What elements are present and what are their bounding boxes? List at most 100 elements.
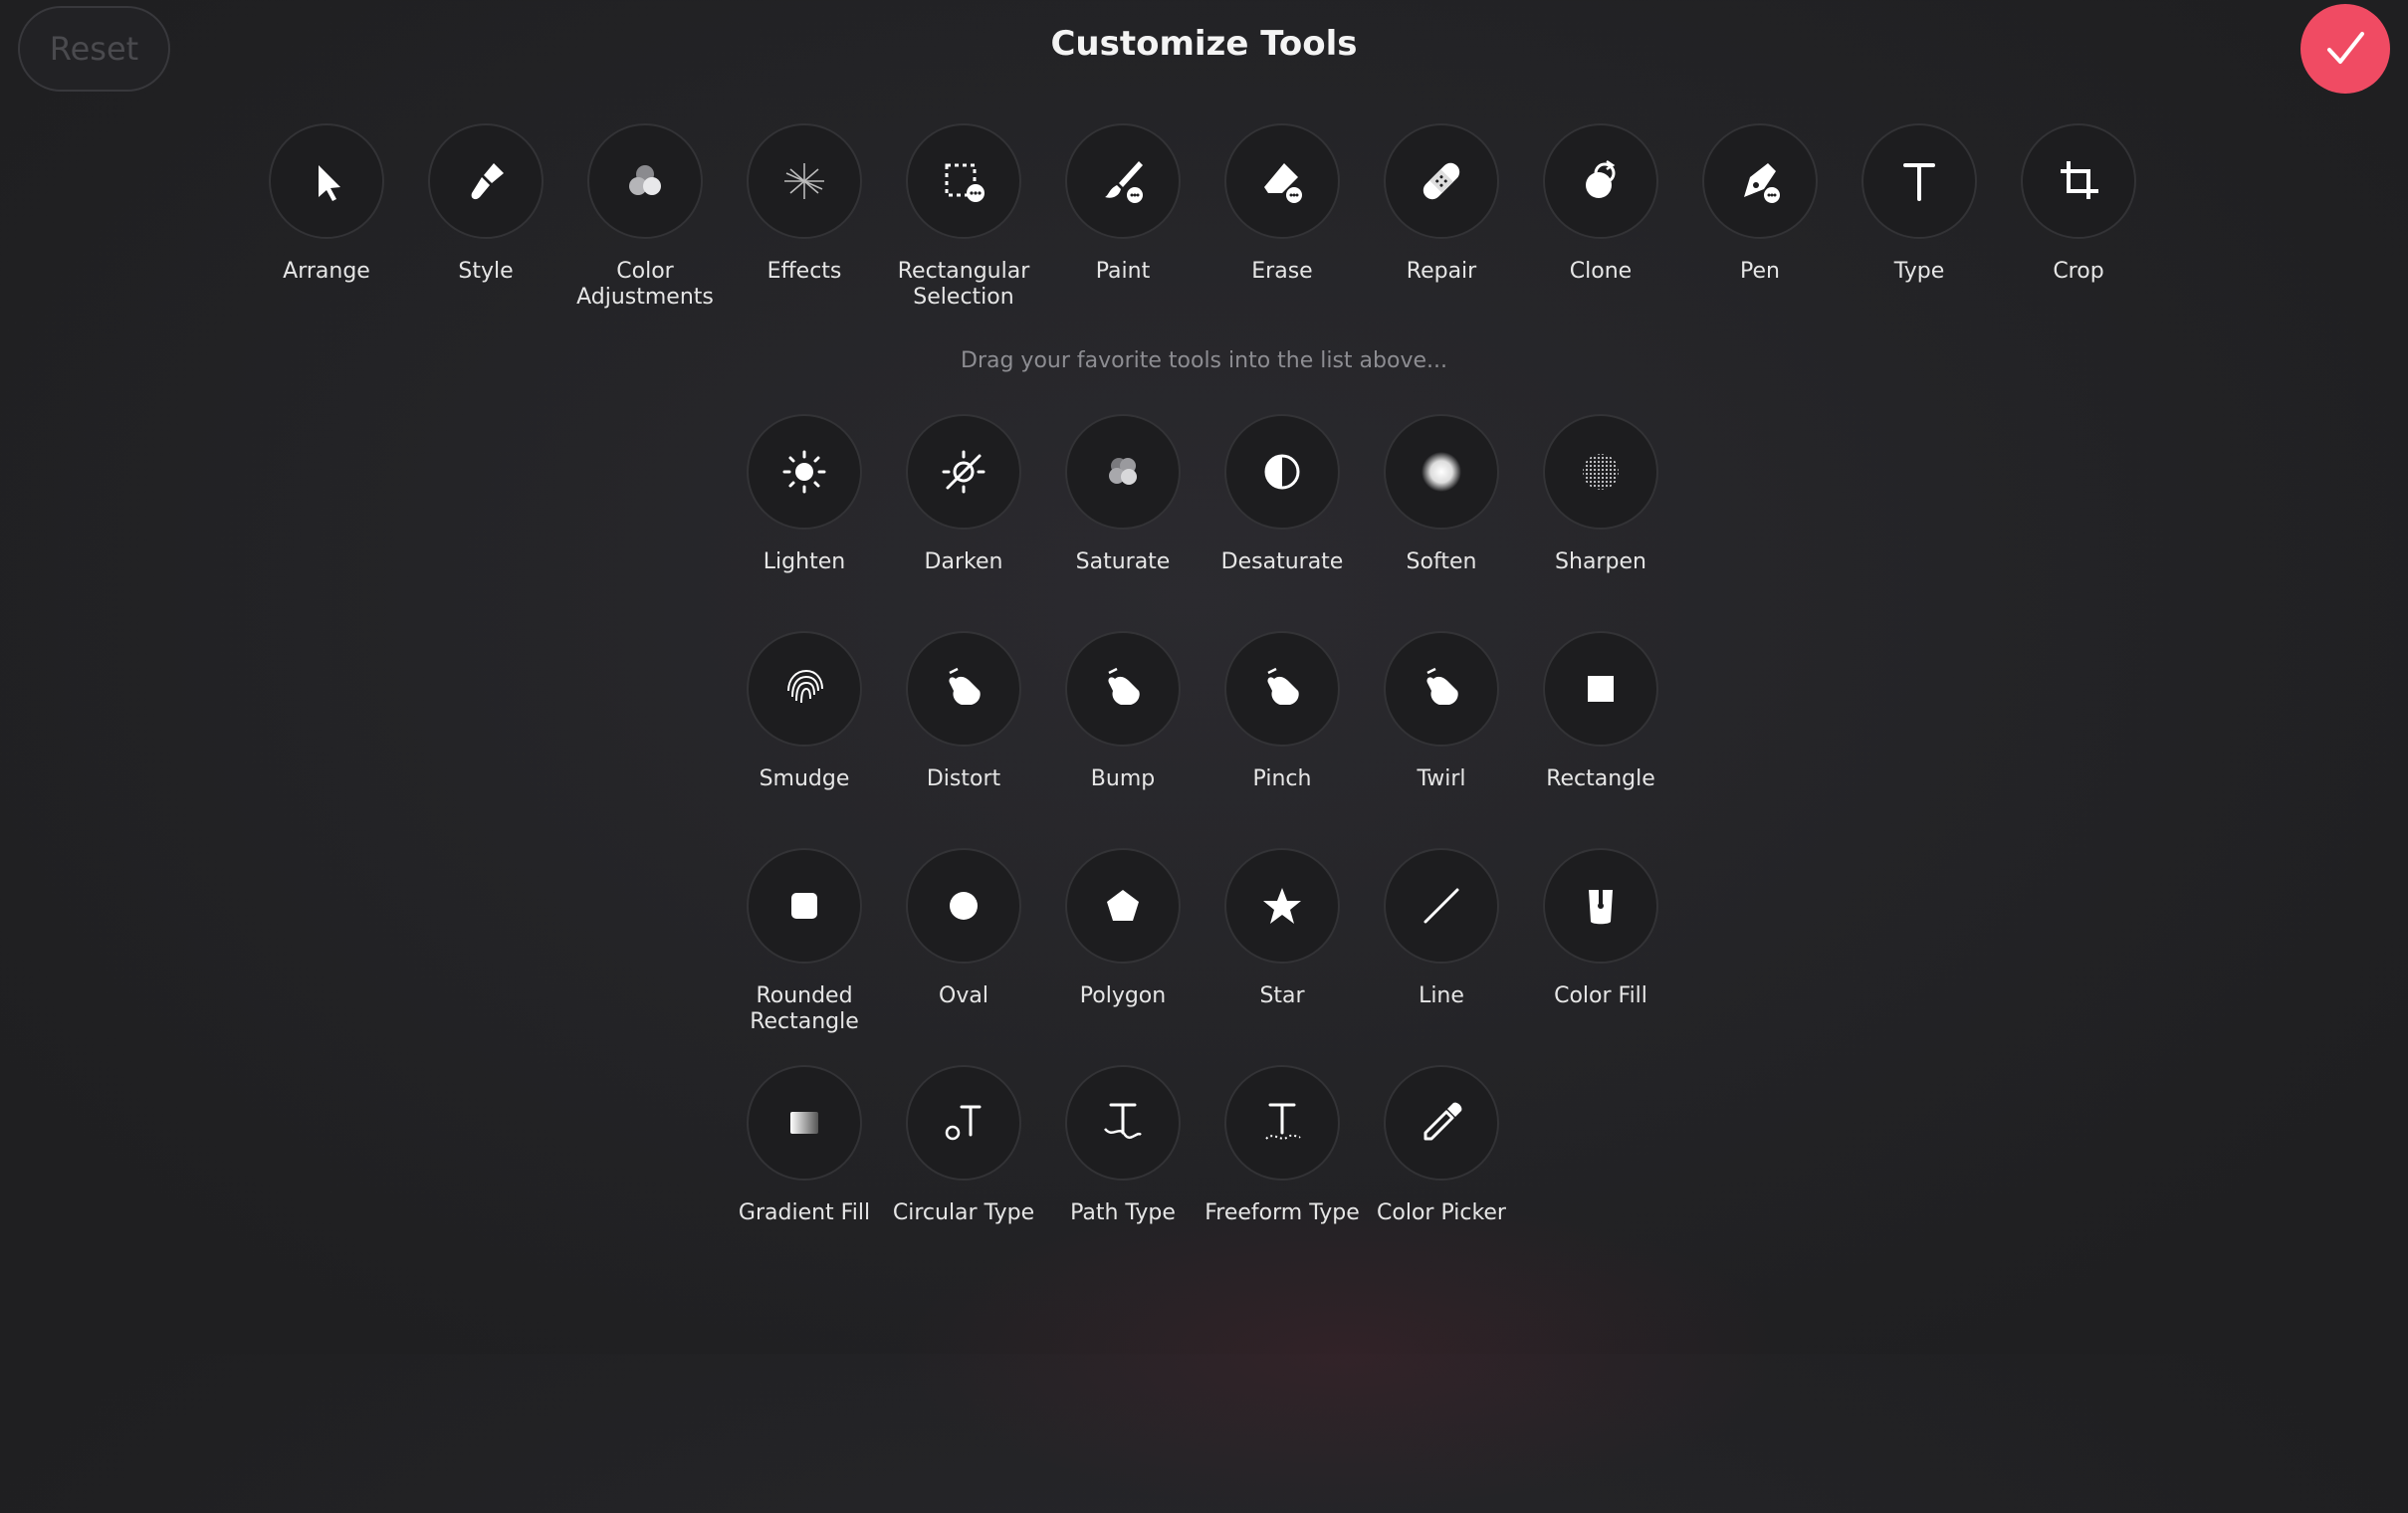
tool-button-style[interactable] xyxy=(428,123,544,239)
tool-button-line[interactable] xyxy=(1384,848,1499,964)
tool-color-picker[interactable]: Color Picker xyxy=(1352,1065,1531,1226)
tool-button-darken[interactable] xyxy=(906,414,1021,530)
pen-nib-icon xyxy=(1744,163,1780,203)
color-dots-icon xyxy=(1109,458,1137,485)
tool-freeform-type[interactable]: Freeform Type xyxy=(1193,1065,1372,1226)
done-button[interactable] xyxy=(2300,4,2390,94)
tool-button-path-type[interactable] xyxy=(1065,1065,1181,1181)
tool-button-bump[interactable] xyxy=(1065,631,1181,747)
tool-polygon[interactable]: Polygon xyxy=(1033,848,1212,1009)
tool-gradient-fill[interactable]: Gradient Fill xyxy=(715,1065,894,1226)
checkmark-icon xyxy=(2327,32,2364,64)
tool-button-repair[interactable] xyxy=(1384,123,1499,239)
rounded-square-icon xyxy=(791,893,817,919)
hand-icon xyxy=(1267,667,1299,705)
tool-rectangular-selection[interactable]: Rectangular Selection xyxy=(874,123,1053,311)
eraser-icon xyxy=(1264,163,1302,203)
pentagon-icon xyxy=(1107,890,1139,921)
tool-button-star[interactable] xyxy=(1224,848,1340,964)
tool-label: Rounded Rectangle xyxy=(750,983,859,1034)
tool-line[interactable]: Line xyxy=(1352,848,1531,1009)
tool-darken[interactable]: Darken xyxy=(874,414,1053,575)
tool-circular-type[interactable]: Circular Type xyxy=(874,1065,1053,1226)
tool-button-color-fill[interactable] xyxy=(1543,848,1658,964)
tool-button-effects[interactable] xyxy=(747,123,862,239)
tool-button-twirl[interactable] xyxy=(1384,631,1499,747)
tool-smudge[interactable]: Smudge xyxy=(715,631,894,792)
tool-button-polygon[interactable] xyxy=(1065,848,1181,964)
tool-arrange[interactable]: Arrange xyxy=(237,123,416,285)
tool-label: Desaturate xyxy=(1220,549,1344,574)
circle-icon xyxy=(950,892,978,920)
tool-button-type[interactable] xyxy=(1861,123,1977,239)
tool-button-distort[interactable] xyxy=(906,631,1021,747)
tool-button-circular-type[interactable] xyxy=(906,1065,1021,1181)
tool-effects[interactable]: Effects xyxy=(715,123,894,285)
tool-button-gradient-fill[interactable] xyxy=(747,1065,862,1181)
tool-button-rounded-rectangle[interactable] xyxy=(747,848,862,964)
tool-saturate[interactable]: Saturate xyxy=(1033,414,1212,575)
tool-soften[interactable]: Soften xyxy=(1352,414,1531,575)
tool-twirl[interactable]: Twirl xyxy=(1352,631,1531,792)
tool-pinch[interactable]: Pinch xyxy=(1193,631,1372,792)
tool-label: Darken xyxy=(924,549,1003,574)
tool-label: Bump xyxy=(1090,766,1156,791)
tool-clone[interactable]: Clone xyxy=(1511,123,1690,285)
tool-button-clone[interactable] xyxy=(1543,123,1658,239)
tool-style[interactable]: Style xyxy=(396,123,575,285)
tool-button-oval[interactable] xyxy=(906,848,1021,964)
dotted-circle-icon xyxy=(1583,454,1619,490)
tool-button-erase[interactable] xyxy=(1224,123,1340,239)
tool-button-desaturate[interactable] xyxy=(1224,414,1340,530)
tool-bump[interactable]: Bump xyxy=(1033,631,1212,792)
tool-button-rectangle[interactable] xyxy=(1543,631,1658,747)
tool-lighten[interactable]: Lighten xyxy=(715,414,894,575)
tool-button-rectangular-selection[interactable] xyxy=(906,123,1021,239)
tool-type[interactable]: Type xyxy=(1830,123,2009,285)
tool-button-sharpen[interactable] xyxy=(1543,414,1658,530)
tool-label: Crop xyxy=(2053,259,2104,284)
tool-path-type[interactable]: Path Type xyxy=(1033,1065,1212,1226)
tool-star[interactable]: Star xyxy=(1193,848,1372,1009)
tool-label: Clone xyxy=(1569,259,1633,284)
tool-label: Path Type xyxy=(1070,1200,1176,1225)
hand-icon xyxy=(949,667,981,705)
tool-desaturate[interactable]: Desaturate xyxy=(1193,414,1372,575)
tool-button-color-adjustments[interactable] xyxy=(587,123,703,239)
dashed-rect-icon xyxy=(945,163,985,202)
tool-label: Rectangle xyxy=(1546,766,1655,791)
tool-button-pinch[interactable] xyxy=(1224,631,1340,747)
tool-paint[interactable]: Paint xyxy=(1033,123,1212,285)
tool-pen[interactable]: Pen xyxy=(1670,123,1850,285)
tool-color-fill[interactable]: Color Fill xyxy=(1511,848,1690,1009)
tool-button-paint[interactable] xyxy=(1065,123,1181,239)
tool-button-soften[interactable] xyxy=(1384,414,1499,530)
square-icon xyxy=(1588,676,1614,702)
tool-button-freeform-type[interactable] xyxy=(1224,1065,1340,1181)
tool-button-lighten[interactable] xyxy=(747,414,862,530)
tool-sharpen[interactable]: Sharpen xyxy=(1511,414,1690,575)
tool-label: Repair xyxy=(1406,259,1477,284)
sun-slash-icon xyxy=(942,450,985,494)
paintbrush-icon xyxy=(1105,161,1143,203)
tool-color-adjustments[interactable]: Color Adjustments xyxy=(555,123,735,311)
tool-rounded-rectangle[interactable]: Rounded Rectangle xyxy=(715,848,894,1035)
tool-button-smudge[interactable] xyxy=(747,631,862,747)
tool-label: Type xyxy=(1893,259,1945,284)
tool-label: Distort xyxy=(926,766,1001,791)
tool-distort[interactable]: Distort xyxy=(874,631,1053,792)
tool-button-saturate[interactable] xyxy=(1065,414,1181,530)
line-icon xyxy=(1423,888,1459,924)
tool-erase[interactable]: Erase xyxy=(1193,123,1372,285)
bucket-icon xyxy=(1589,890,1613,925)
tool-button-crop[interactable] xyxy=(2021,123,2136,239)
tool-button-color-picker[interactable] xyxy=(1384,1065,1499,1181)
tool-repair[interactable]: Repair xyxy=(1352,123,1531,285)
fingerprint-icon xyxy=(787,669,823,704)
tool-button-pen[interactable] xyxy=(1702,123,1818,239)
tool-button-arrange[interactable] xyxy=(269,123,384,239)
tool-label: Arrange xyxy=(283,259,370,284)
tool-crop[interactable]: Crop xyxy=(1989,123,2168,285)
tool-oval[interactable]: Oval xyxy=(874,848,1053,1009)
tool-rectangle[interactable]: Rectangle xyxy=(1511,631,1690,792)
